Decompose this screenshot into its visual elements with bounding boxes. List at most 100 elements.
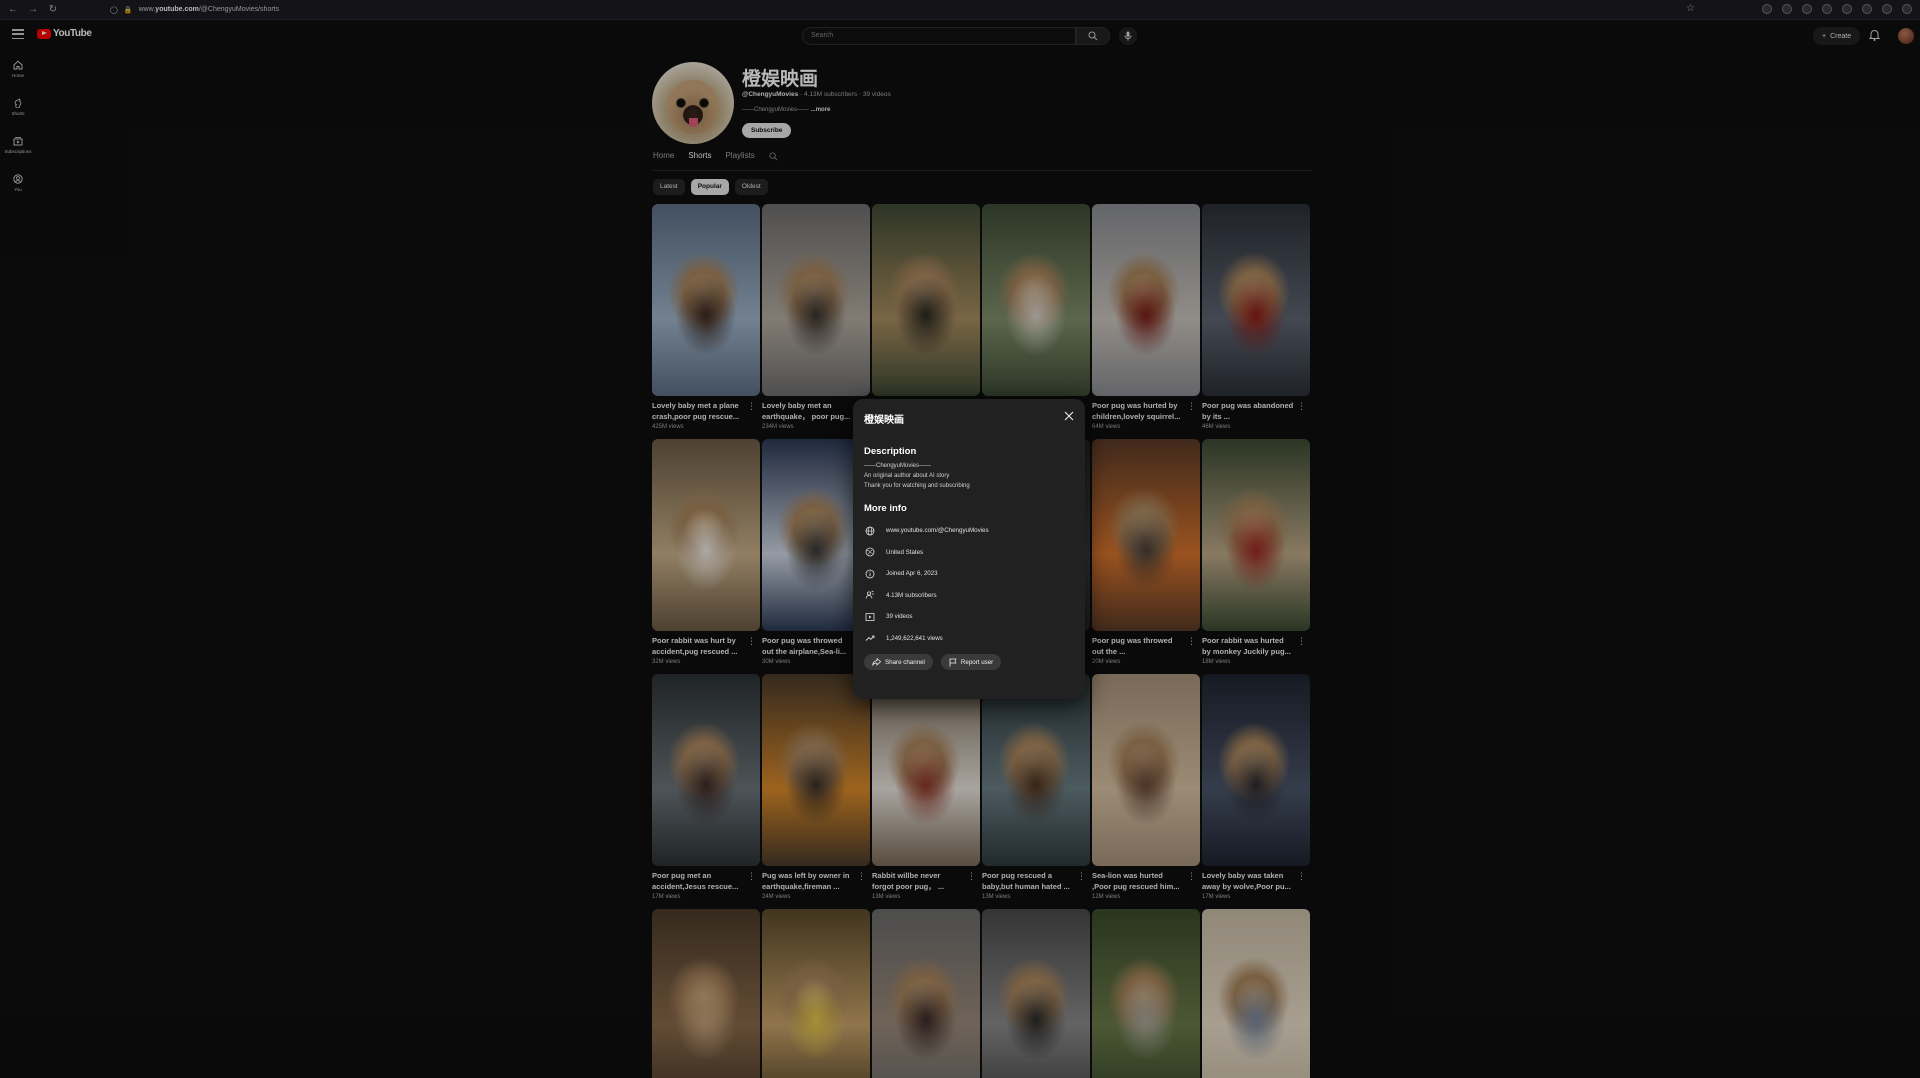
short-card[interactable]: Lovely baby was taken away by wolve,Poor… [1202, 674, 1310, 900]
short-title[interactable]: Poor pug was throwed out the airplane,Se… [762, 636, 854, 657]
more-actions-icon[interactable]: ⋮ [1187, 872, 1196, 881]
browser-menu-icon[interactable] [1902, 4, 1912, 14]
back-icon[interactable]: ← [8, 4, 18, 15]
create-button[interactable]: + Create [1813, 27, 1861, 45]
short-card[interactable]: Poor pug met an accident,Jesus rescue...… [652, 674, 760, 900]
short-title[interactable]: Poor pug was abandoned by its ... [1202, 401, 1294, 422]
extension-icon[interactable] [1842, 4, 1852, 14]
short-title[interactable]: Poor rabbit was hurted by monkey Juckily… [1202, 636, 1294, 657]
short-title[interactable]: Poor pug was hurted by children,lovely s… [1092, 401, 1184, 422]
youtube-logo[interactable]: YouTube [37, 28, 92, 39]
short-title[interactable]: Lovely baby met an earthquake， poor pug.… [762, 401, 854, 422]
short-title[interactable]: Poor pug rescued a baby,but human hated … [982, 871, 1074, 892]
chip-popular[interactable]: Popular [690, 179, 729, 195]
sidebar-item-home[interactable]: Home [0, 50, 36, 88]
chip-oldest[interactable]: Oldest [734, 179, 768, 195]
short-thumbnail[interactable] [652, 909, 760, 1078]
extension-icon[interactable] [1822, 4, 1832, 14]
channel-avatar[interactable] [652, 62, 734, 144]
tab-shorts[interactable]: Shorts [688, 151, 712, 171]
address-bar[interactable]: ◯ 🔒 www.youtube.com/@ChengyuMovies/short… [110, 6, 279, 14]
more-actions-icon[interactable]: ⋮ [1077, 872, 1086, 881]
short-thumbnail[interactable] [982, 674, 1090, 866]
short-card[interactable]: Pug was left by owner in earthquake,fire… [762, 674, 870, 900]
more-actions-icon[interactable]: ⋮ [857, 872, 866, 881]
short-thumbnail[interactable] [1092, 674, 1200, 866]
more-actions-icon[interactable]: ⋮ [1297, 402, 1306, 411]
tab-home[interactable]: Home [653, 151, 674, 171]
short-card[interactable] [1092, 909, 1200, 1078]
short-card[interactable]: Poor pug was hurted by children,lovely s… [1092, 204, 1200, 430]
more-actions-icon[interactable]: ⋮ [1297, 637, 1306, 646]
tab-playlists[interactable]: Playlists [725, 151, 754, 171]
menu-icon[interactable] [12, 29, 24, 39]
report-user-button[interactable]: Report user [940, 654, 1002, 670]
short-card[interactable] [872, 204, 980, 396]
extension-icon[interactable] [1862, 4, 1872, 14]
short-card[interactable] [762, 909, 870, 1078]
short-thumbnail[interactable] [1202, 674, 1310, 866]
short-title[interactable]: Poor pug met an accident,Jesus rescue... [652, 871, 744, 892]
short-thumbnail[interactable] [982, 204, 1090, 396]
reload-icon[interactable]: ↻ [48, 4, 58, 15]
more-actions-icon[interactable]: ⋮ [1187, 637, 1196, 646]
short-card[interactable]: Poor pug was abandoned by its ... 46M vie… [1202, 204, 1310, 430]
short-thumbnail[interactable] [1092, 909, 1200, 1078]
close-icon[interactable] [1063, 410, 1075, 422]
short-thumbnail[interactable] [1092, 204, 1200, 396]
short-thumbnail[interactable] [872, 674, 980, 866]
channel-description[interactable]: ——ChengyuMovies—— ...more [742, 107, 830, 113]
short-card[interactable]: Sea-lion was hurted ,Poor pug rescued hi… [1092, 674, 1200, 900]
sidebar-item-shorts[interactable]: Shorts [0, 88, 36, 126]
short-thumbnail[interactable] [652, 674, 760, 866]
more-actions-icon[interactable]: ⋮ [747, 872, 756, 881]
short-thumbnail[interactable] [1202, 439, 1310, 631]
short-card[interactable] [982, 204, 1090, 396]
short-thumbnail[interactable] [1092, 439, 1200, 631]
search-button[interactable] [1076, 27, 1110, 45]
short-thumbnail[interactable] [652, 204, 760, 396]
channel-url[interactable]: www.youtube.com/@ChengyuMovies [886, 527, 989, 534]
short-title[interactable]: Poor rabbit was hurt by accident,pug res… [652, 636, 744, 657]
short-title[interactable]: Sea-lion was hurted ,Poor pug rescued hi… [1092, 871, 1184, 892]
short-card[interactable]: Rabbit willbe never forgot poor pug， ...… [872, 674, 980, 900]
short-title[interactable]: Pug was left by owner in earthquake,fire… [762, 871, 854, 892]
sidebar-item-subscriptions[interactable]: Subscriptions [0, 126, 36, 164]
short-card[interactable]: Lovely baby met a plane crash,poor pug r… [652, 204, 760, 430]
chip-latest[interactable]: Latest [653, 179, 685, 195]
sidebar-item-you[interactable]: You [0, 164, 36, 202]
search-input[interactable]: Search [802, 27, 1076, 45]
more-actions-icon[interactable]: ⋮ [747, 402, 756, 411]
forward-icon[interactable]: → [28, 4, 38, 15]
short-card[interactable] [982, 909, 1090, 1078]
download-icon[interactable] [1782, 4, 1792, 14]
extension-icon[interactable] [1762, 4, 1772, 14]
more-actions-icon[interactable]: ⋮ [1297, 872, 1306, 881]
info-row-link[interactable]: www.youtube.com/@ChengyuMovies [864, 520, 1074, 542]
short-card[interactable] [1202, 909, 1310, 1078]
more-actions-icon[interactable]: ⋮ [1187, 402, 1196, 411]
short-card[interactable]: Lovely baby met an earthquake， poor pug.… [762, 204, 870, 430]
short-title[interactable]: Lovely baby met a plane crash,poor pug r… [652, 401, 744, 422]
bookmark-star-icon[interactable]: ☆ [1686, 3, 1695, 14]
short-thumbnail[interactable] [762, 674, 870, 866]
short-thumbnail[interactable] [1202, 204, 1310, 396]
short-title[interactable]: Lovely baby was taken away by wolve,Poor… [1202, 871, 1294, 892]
short-thumbnail[interactable] [762, 909, 870, 1078]
extension-icon[interactable] [1802, 4, 1812, 14]
share-channel-button[interactable]: Share channel [864, 654, 933, 670]
short-card[interactable] [872, 909, 980, 1078]
short-card[interactable]: Poor rabbit was hurt by accident,pug res… [652, 439, 760, 665]
short-card[interactable] [652, 909, 760, 1078]
more-link[interactable]: ...more [811, 107, 831, 113]
short-thumbnail[interactable] [982, 909, 1090, 1078]
search-icon[interactable] [769, 152, 778, 161]
more-actions-icon[interactable]: ⋮ [967, 872, 976, 881]
short-thumbnail[interactable] [872, 909, 980, 1078]
short-title[interactable]: Rabbit willbe never forgot poor pug， ... [872, 871, 964, 892]
short-thumbnail[interactable] [1202, 909, 1310, 1078]
short-thumbnail[interactable] [762, 204, 870, 396]
short-thumbnail[interactable] [872, 204, 980, 396]
short-thumbnail[interactable] [652, 439, 760, 631]
extension-icon[interactable] [1882, 4, 1892, 14]
